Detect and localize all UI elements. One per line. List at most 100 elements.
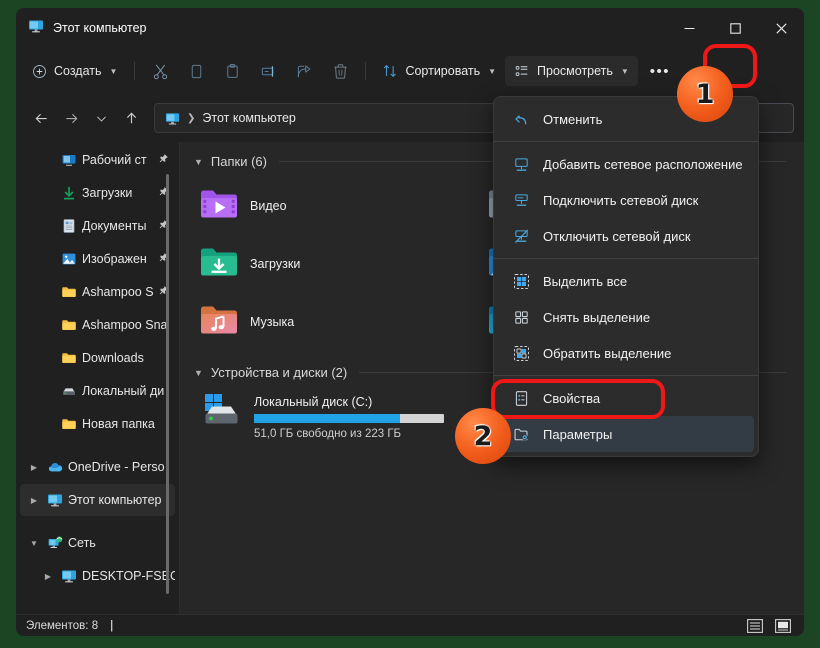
sidebar-item-10[interactable]: ▶Этот компьютер [20, 484, 175, 516]
select-none-icon [512, 309, 530, 326]
menu-item-6[interactable]: Обратить выделение [498, 335, 754, 371]
back-button[interactable] [26, 103, 56, 133]
cut-button[interactable] [142, 56, 178, 86]
this-pc-icon [28, 18, 44, 39]
large-icons-view-icon[interactable] [772, 618, 794, 634]
sidebar-item-label: DESKTOP-FSEO [82, 569, 175, 583]
folder-icon [60, 416, 78, 432]
status-caret: | [110, 620, 113, 632]
paste-button[interactable] [214, 56, 250, 86]
highlight-box-options [491, 379, 665, 419]
new-button-label: Создать [54, 64, 102, 78]
onedrive-icon [46, 459, 64, 475]
details-view-icon[interactable] [744, 618, 766, 634]
sidebar-item-label: Новая папка [82, 417, 175, 431]
menu-divider [494, 375, 758, 376]
folder-tile[interactable]: Музыка [194, 293, 482, 351]
title-bar-left: Этот компьютер [16, 18, 146, 39]
chevron-right-icon[interactable]: ▶ [26, 463, 42, 472]
chevron-down-icon: ▼ [621, 67, 629, 76]
network-icon [46, 535, 64, 551]
sidebar-item-11[interactable]: ▼ Сеть [20, 527, 175, 559]
sidebar-item-6[interactable]: Downloads [20, 342, 175, 374]
sidebar-item-8[interactable]: Новая папка [20, 408, 175, 440]
sidebar-item-label: Сеть [68, 536, 175, 550]
sidebar-item-5[interactable]: Ashampoo Sna [20, 309, 175, 341]
menu-item-3[interactable]: Отключить сетевой диск [498, 218, 754, 254]
menu-item-1[interactable]: Добавить сетевое расположение [498, 146, 754, 182]
menu-divider [494, 141, 758, 142]
devices-group-label: Устройства и диски (2) [211, 365, 347, 380]
sidebar-group-gap [16, 517, 179, 527]
menu-item-4[interactable]: Выделить все [498, 263, 754, 299]
see-more-label: ••• [650, 63, 670, 80]
sidebar-item-1[interactable]: Загрузки [20, 177, 175, 209]
maximize-button[interactable] [712, 8, 758, 48]
sidebar-item-12[interactable]: ▶ DESKTOP-FSEO [20, 560, 175, 592]
menu-item-5[interactable]: Снять выделение [498, 299, 754, 335]
desktop-icon [60, 152, 78, 168]
new-button[interactable]: Создать ▼ [24, 56, 127, 86]
menu-item-2[interactable]: Подключить сетевой диск [498, 182, 754, 218]
drive-capacity-label: 51,0 ГБ свободно из 223 ГБ [254, 428, 444, 440]
arrow-right-icon [64, 111, 79, 126]
sidebar-item-4[interactable]: Ashampoo S [20, 276, 175, 308]
item-count-text: Элементов: [26, 620, 88, 632]
copy-icon [188, 63, 205, 80]
recent-locations-button[interactable] [86, 103, 116, 133]
sidebar-item-9[interactable]: ▶OneDrive - Perso [20, 451, 175, 483]
toolbar-divider-2 [365, 62, 366, 80]
up-button[interactable] [116, 103, 146, 133]
pin-icon[interactable] [158, 153, 169, 167]
folder-icon [60, 284, 78, 300]
menu-item-label: Подключить сетевой диск [543, 193, 698, 208]
chevron-right-icon[interactable]: ▶ [26, 496, 42, 505]
video-folder-icon [200, 187, 238, 226]
step-badge-2-number: 2 [474, 421, 493, 452]
menu-divider [494, 258, 758, 259]
chevron-down-icon: ▼ [194, 368, 203, 378]
share-button[interactable] [286, 56, 322, 86]
sort-icon [382, 63, 398, 79]
view-toggle-group [744, 618, 794, 634]
downloads-icon [60, 185, 78, 201]
this-pc-icon [165, 111, 180, 126]
drive-tile[interactable]: Локальный диск (C:)51,0 ГБ свободно из 2… [194, 388, 482, 452]
pictures-icon [60, 251, 78, 267]
sort-button[interactable]: Сортировать ▼ [373, 56, 505, 86]
arrow-up-icon [124, 111, 139, 126]
close-button[interactable] [758, 8, 804, 48]
menu-item-label: Добавить сетевое расположение [543, 157, 743, 172]
menu-item-8[interactable]: Параметры [498, 416, 754, 452]
minimize-button[interactable] [666, 8, 712, 48]
add-network-location-icon [512, 156, 530, 173]
arrow-left-icon [34, 111, 49, 126]
navigation-pane[interactable]: Рабочий стЗагрузкиДокументыИзображенAsha… [16, 142, 179, 614]
folder-tile[interactable]: Загрузки [194, 235, 482, 293]
disconnect-network-drive-icon [512, 228, 530, 245]
sidebar-item-0[interactable]: Рабочий ст [20, 144, 175, 176]
sidebar-item-3[interactable]: Изображен [20, 243, 175, 275]
delete-button[interactable] [322, 56, 358, 86]
forward-button[interactable] [56, 103, 86, 133]
rename-button[interactable] [250, 56, 286, 86]
select-all-icon [512, 273, 530, 290]
this-pc-icon [46, 492, 64, 508]
sidebar-item-7[interactable]: Локальный ди [20, 375, 175, 407]
title-bar: Этот компьютер [16, 8, 804, 48]
copy-button[interactable] [178, 56, 214, 86]
cut-icon [152, 63, 169, 80]
chevron-down-icon[interactable]: ▼ [26, 539, 42, 548]
view-button[interactable]: Просмотреть ▼ [505, 56, 638, 86]
folder-tile-label: Видео [250, 199, 287, 213]
sidebar-item-2[interactable]: Документы [20, 210, 175, 242]
chevron-down-icon [95, 112, 108, 125]
item-count-value: 8 [92, 620, 98, 632]
folder-tile[interactable]: Видео [194, 177, 482, 235]
downloads-folder-icon [200, 245, 238, 284]
paste-icon [224, 63, 241, 80]
documents-icon [60, 218, 78, 234]
chevron-right-icon[interactable]: ▶ [40, 572, 56, 581]
see-more-button[interactable]: ••• [642, 56, 678, 86]
navigation-scrollbar[interactable] [166, 174, 169, 594]
